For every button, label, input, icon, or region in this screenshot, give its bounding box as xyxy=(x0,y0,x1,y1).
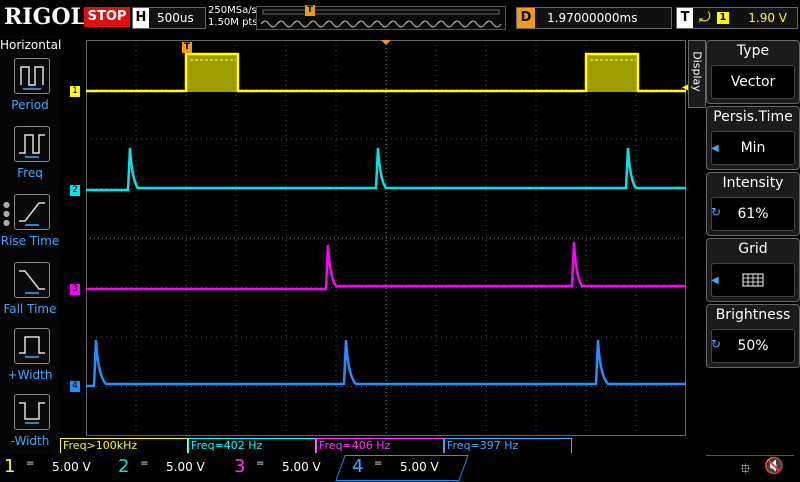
run-stop-status[interactable]: STOP xyxy=(84,7,130,27)
grid-full-icon xyxy=(742,273,764,287)
neg-width-button[interactable] xyxy=(14,394,50,430)
persistence-setting[interactable]: Persis.Time Min ◀ xyxy=(706,106,800,170)
graticule xyxy=(86,39,686,436)
ch3-number: 3 xyxy=(234,456,246,477)
period-icon xyxy=(20,66,44,90)
trigger-level: 1.90 V xyxy=(748,11,787,25)
mute-icon[interactable]: 🔇 xyxy=(764,456,784,475)
rise-time-button[interactable] xyxy=(14,194,50,230)
timebase-label: H xyxy=(133,8,149,28)
measure-button-list: Period Freq Rise Time Fall Time +Width -… xyxy=(0,0,60,454)
delay-box[interactable]: D 1.97000000ms xyxy=(516,7,672,29)
ch3-scale-value: 5.00 V xyxy=(282,460,321,474)
persistence-value: Min xyxy=(711,131,795,165)
memory-depth: 1.50M pts xyxy=(208,17,258,28)
period-label: Period xyxy=(11,98,49,112)
display-menu-tab: Display xyxy=(688,40,706,108)
fall-time-button[interactable] xyxy=(14,262,50,298)
ch4-freq-measurement[interactable]: Freq=397 Hz xyxy=(444,438,572,453)
pos-width-button[interactable] xyxy=(14,328,50,364)
type-title: Type xyxy=(736,43,770,59)
dc-coupling-icon: = xyxy=(256,458,265,469)
knob-rotate-icon: ↻ xyxy=(711,337,722,351)
fall-time-icon xyxy=(19,270,45,294)
ch1-scale[interactable]: 1 = 5.00 V xyxy=(4,456,108,478)
dc-coupling-icon: = xyxy=(26,458,35,469)
trigger-label: T xyxy=(677,8,693,28)
timebase-value: 500us xyxy=(157,11,194,25)
trigger-time-marker[interactable]: T xyxy=(182,42,192,53)
arrow-left-icon: ◀ xyxy=(711,275,719,286)
ch1-offset-marker[interactable]: 1 xyxy=(70,86,80,97)
grid-setting[interactable]: Grid ◀ xyxy=(706,238,800,302)
type-setting[interactable]: Type Vector xyxy=(706,40,800,104)
ch4-scale-value: 5.00 V xyxy=(400,460,439,474)
usb-icon: ⯐ xyxy=(740,461,751,477)
menu-page-dots: ● ● ● xyxy=(3,200,10,227)
display-menu-label: Display xyxy=(690,51,704,92)
brightness-title: Brightness xyxy=(715,307,791,323)
fall-time-label: Fall Time xyxy=(3,302,57,316)
grid-value xyxy=(711,263,795,297)
rise-time-label: Rise Time xyxy=(0,234,60,248)
intensity-title: Intensity xyxy=(722,175,784,191)
intensity-value: 61% xyxy=(711,197,795,231)
trigger-position-marker: T xyxy=(305,5,315,16)
ch3-freq-measurement[interactable]: Freq=406 Hz xyxy=(316,438,444,453)
type-value: Vector xyxy=(711,65,795,99)
delay-value: 1.97000000ms xyxy=(547,11,638,25)
grid-title: Grid xyxy=(738,241,768,257)
acquisition-info: 250MSa/s 1.50M pts xyxy=(208,5,258,29)
arrow-left-icon: ◀ xyxy=(711,143,719,154)
rise-time-icon xyxy=(19,202,45,226)
ch1-scale-value: 5.00 V xyxy=(52,460,91,474)
sample-rate: 250MSa/s xyxy=(208,5,257,16)
delay-label: D xyxy=(517,8,535,28)
ch3-scale[interactable]: 3 = 5.00 V xyxy=(234,456,338,478)
ch4-number: 4 xyxy=(352,456,364,477)
ch1-freq-measurement[interactable]: Freq>100kHz xyxy=(60,438,188,453)
ch4-scale[interactable]: 4 = 5.00 V xyxy=(352,456,456,478)
neg-width-icon xyxy=(19,402,45,424)
memory-position-bar[interactable]: T xyxy=(256,5,506,30)
status-area: ⯐ 🔇 xyxy=(706,455,794,480)
dc-coupling-icon: = xyxy=(374,458,383,469)
dc-coupling-icon: = xyxy=(140,458,149,469)
ch2-freq-measurement[interactable]: Freq=402 Hz xyxy=(188,438,316,453)
trigger-box[interactable]: T ⤾ 1 1.90 V xyxy=(676,7,798,29)
trigger-edge-icon: ⤾ xyxy=(699,10,711,26)
waveform-display[interactable]: T xyxy=(86,39,686,436)
memory-waveform-overview xyxy=(260,9,502,28)
ch2-scale-value: 5.00 V xyxy=(166,460,205,474)
ch2-offset-marker[interactable]: 2 xyxy=(70,185,80,196)
ch1-number: 1 xyxy=(4,456,16,477)
trigger-source-badge: 1 xyxy=(717,12,729,24)
neg-width-label: -Width xyxy=(10,434,50,448)
brightness-value: 50% xyxy=(711,329,795,363)
pos-width-label: +Width xyxy=(7,368,53,382)
freq-button[interactable] xyxy=(14,126,50,162)
pos-width-icon xyxy=(19,336,45,358)
ch3-offset-marker[interactable]: 3 xyxy=(70,284,80,295)
timebase-box[interactable]: H 500us xyxy=(132,7,206,29)
persistence-title: Persis.Time xyxy=(713,109,793,125)
ch4-offset-marker[interactable]: 4 xyxy=(70,381,80,392)
ch2-number: 2 xyxy=(118,456,130,477)
brightness-setting[interactable]: Brightness 50% ↻ xyxy=(706,304,800,368)
knob-rotate-icon: ↻ xyxy=(711,205,722,219)
period-button[interactable] xyxy=(14,58,50,94)
freq-label: Freq xyxy=(17,166,43,180)
ch2-scale[interactable]: 2 = 5.00 V xyxy=(118,456,222,478)
freq-icon xyxy=(19,134,45,158)
intensity-setting[interactable]: Intensity 61% ↻ xyxy=(706,172,800,236)
